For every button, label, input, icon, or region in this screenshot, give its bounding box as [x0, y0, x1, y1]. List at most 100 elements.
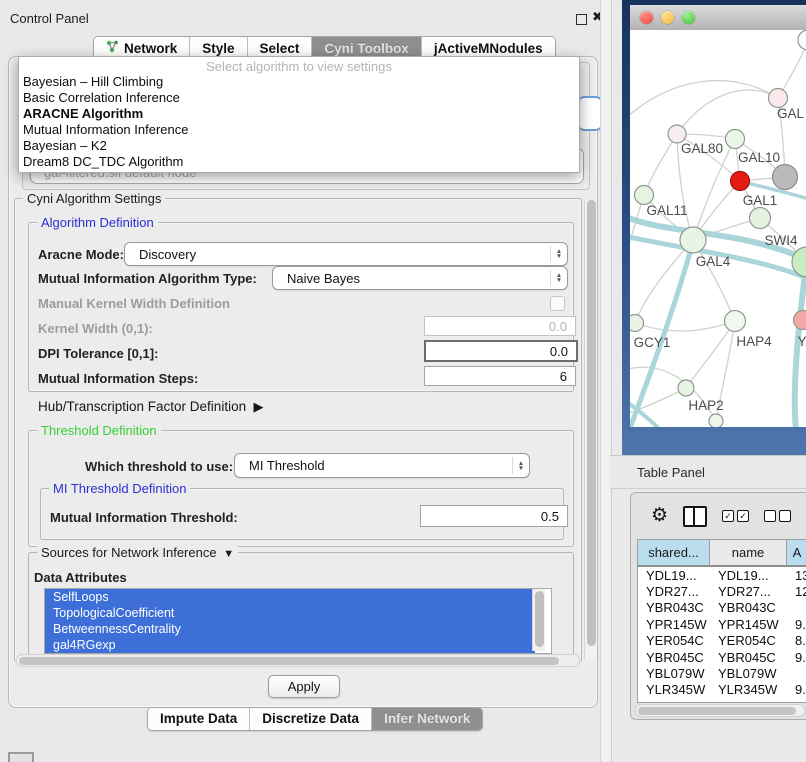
column-header-shared-name[interactable]: shared...	[638, 540, 710, 565]
network-node[interactable]	[773, 165, 798, 190]
sources-title[interactable]: Sources for Network Inference ▼	[37, 545, 238, 560]
network-icon	[106, 40, 119, 56]
table-row[interactable]: YBL079WYBL079W	[638, 665, 806, 681]
network-edge[interactable]	[635, 321, 735, 331]
node-label: SWI4	[764, 233, 797, 248]
network-window-titlebar[interactable]	[630, 5, 806, 31]
algorithm-option[interactable]: ARACNE Algorithm	[19, 106, 579, 122]
table-row[interactable]: YBR043CYBR043C	[638, 600, 806, 616]
column-header-name[interactable]: name	[710, 540, 787, 565]
hub-section-toggle[interactable]: Hub/Transcription Factor Definition ▶	[38, 399, 263, 415]
cyni-algorithm-settings-title: Cyni Algorithm Settings	[23, 191, 165, 206]
network-edge[interactable]	[644, 134, 677, 195]
table-cell: YER054C	[638, 633, 710, 648]
minimize-window-icon[interactable]	[661, 11, 674, 24]
algorithm-option[interactable]: Dream8 DC_TDC Algorithm	[19, 154, 579, 170]
network-node[interactable]	[731, 172, 750, 191]
settings-horizontal-scrollbar[interactable]	[16, 654, 580, 667]
mi-threshold-field[interactable]: 0.5	[420, 505, 568, 527]
kernel-width-label: Kernel Width (0,1):	[38, 321, 153, 336]
table-cell: YLR345W	[710, 682, 787, 697]
tab-impute-data[interactable]: Impute Data	[148, 708, 250, 730]
manual-kernel-label: Manual Kernel Width Definition	[38, 296, 230, 311]
which-threshold-combo[interactable]: MI Threshold ▲▼	[234, 453, 530, 478]
manual-kernel-checkbox[interactable]	[550, 296, 565, 311]
mi-type-combo[interactable]: Naive Bayes ▲▼	[272, 266, 568, 290]
node-label: GAL1	[743, 193, 778, 208]
algorithm-option[interactable]: Bayesian – Hill Climbing	[19, 74, 579, 90]
select-all-icon[interactable]: ✓✓	[722, 510, 749, 522]
algorithm-definition-title: Algorithm Definition	[37, 215, 158, 230]
algorithm-option[interactable]: Mutual Information Inference	[19, 122, 579, 138]
network-node[interactable]	[794, 311, 806, 330]
network-node[interactable]	[726, 130, 745, 149]
gear-icon[interactable]: ⚙	[651, 507, 668, 525]
column-header-partial[interactable]: A	[787, 540, 806, 565]
network-edge[interactable]	[630, 195, 644, 262]
table-row[interactable]: YDL19...YDL19...13	[638, 567, 806, 583]
aracne-mode-combo[interactable]: Discovery ▲▼	[124, 242, 568, 266]
panel-corner-button[interactable]	[8, 752, 34, 762]
algorithm-option[interactable]: Bayesian – K2	[19, 138, 579, 154]
dpi-tolerance-field[interactable]: 0.0	[424, 340, 578, 362]
network-node[interactable]	[798, 30, 806, 50]
table-row[interactable]: YLR345WYLR345W9.	[638, 682, 806, 698]
settings-vertical-scrollbar[interactable]	[584, 199, 597, 659]
float-panel-icon[interactable]	[576, 14, 587, 25]
tab-discretize-data[interactable]: Discretize Data	[250, 708, 372, 730]
network-node[interactable]	[725, 311, 746, 332]
table-cell: YDR27...	[638, 584, 710, 599]
attribute-list-item[interactable]: TopologicalCoefficient	[45, 605, 535, 621]
kernel-width-field[interactable]: 0.0	[424, 316, 576, 336]
split-columns-icon[interactable]	[683, 506, 707, 527]
zoom-window-icon[interactable]	[682, 11, 695, 24]
data-attributes-list[interactable]: SelfLoopsTopologicalCoefficientBetweenne…	[44, 588, 552, 654]
panel-divider[interactable]	[600, 0, 612, 762]
data-attributes-label: Data Attributes	[34, 570, 127, 585]
network-node[interactable]	[635, 186, 654, 205]
table-horizontal-scrollbar[interactable]	[635, 704, 805, 717]
table-panel-header: Table Panel	[610, 455, 806, 489]
network-node[interactable]	[750, 208, 771, 229]
threshold-definition-title: Threshold Definition	[37, 423, 161, 438]
attributes-list-scrollbar[interactable]	[532, 589, 545, 651]
network-node[interactable]	[630, 315, 644, 332]
table-cell: YBL079W	[638, 666, 710, 681]
network-edge[interactable]	[677, 90, 778, 134]
network-node[interactable]	[678, 380, 694, 396]
table-row[interactable]: YDR27...YDR27...12	[638, 583, 806, 599]
algorithm-dropdown-placeholder: Select algorithm to view settings	[19, 57, 579, 74]
node-table: shared... name A YDL19...YDL19...13YDR27…	[637, 539, 806, 703]
stepper-icon: ▲▼	[550, 246, 567, 261]
close-window-icon[interactable]	[640, 11, 653, 24]
algorithm-option[interactable]: Basic Correlation Inference	[19, 90, 579, 106]
network-node[interactable]	[709, 414, 723, 427]
table-row[interactable]: YBR045CYBR045C9.	[638, 649, 806, 665]
table-header-row: shared... name A	[638, 540, 806, 567]
table-cell: YBL079W	[710, 666, 787, 681]
attribute-list-item[interactable]: BetweennessCentrality	[45, 621, 535, 637]
attribute-list-item[interactable]: SelfLoops	[45, 589, 535, 605]
cyni-mode-tabbar: Impute Data Discretize Data Infer Networ…	[147, 707, 483, 731]
node-label: GAL10	[738, 150, 780, 165]
network-node[interactable]	[769, 89, 788, 108]
mi-steps-field[interactable]: 6	[424, 366, 576, 386]
network-edge[interactable]	[635, 240, 693, 323]
network-node[interactable]	[680, 227, 706, 253]
tab-infer-network[interactable]: Infer Network	[372, 708, 482, 730]
deselect-all-icon[interactable]	[764, 510, 791, 522]
stepper-icon: ▲▼	[550, 270, 567, 285]
aracne-mode-value: Discovery	[125, 247, 550, 262]
table-cell: YBR043C	[710, 600, 787, 615]
network-edge[interactable]	[630, 81, 778, 118]
table-row[interactable]: YER054CYER054C8.	[638, 633, 806, 649]
table-cell: YBR045C	[638, 650, 710, 665]
table-row[interactable]: YPR145WYPR145W9.	[638, 616, 806, 632]
network-canvas[interactable]: GALGAL80GAL10GAL1GAL11SWI4GAL4GCY1HAP4YH…	[630, 30, 806, 427]
attribute-list-item[interactable]: gal4RGexp	[45, 637, 535, 653]
table-row[interactable]: YIL052CYIL052C9	[638, 698, 806, 703]
table-panel: ⚙ ✓✓ shared... name A YDL19...YDL19...13…	[630, 492, 806, 720]
apply-button[interactable]: Apply	[268, 675, 340, 698]
node-label: GAL11	[646, 203, 687, 218]
collapse-arrow-icon: ▼	[220, 548, 234, 560]
